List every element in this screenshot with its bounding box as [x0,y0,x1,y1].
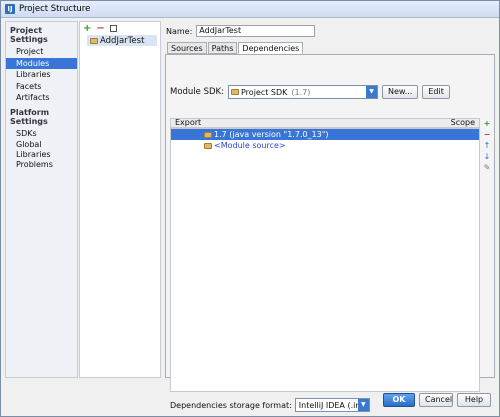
nav-item-libraries[interactable]: Libraries [6,69,77,81]
sdk-folder-icon [231,89,239,95]
module-sdk-select[interactable]: Project SDK (1.7) ▼ [228,85,378,99]
sdk-version: (1.7) [291,87,311,97]
edit-dependency-button[interactable]: ✎ [484,163,491,172]
name-row: Name: AddJarTest [166,25,316,37]
platform-settings-header: Platform Settings [10,107,50,126]
nav-item-sdks[interactable]: SDKs [6,128,77,140]
name-label: Name: [166,26,193,36]
module-item[interactable]: AddJarTest [87,35,157,46]
move-down-button[interactable]: ↓ [484,152,491,161]
modules-pane: + − AddJarTest [79,21,161,378]
nav-item-facets[interactable]: Facets [6,81,77,93]
module-settings-panel: Name: AddJarTest Module SDK: Project SDK… [163,21,497,412]
table-row[interactable]: 1.7 (java version "1.7.0_13") [171,129,479,140]
table-row[interactable]: <Module source> [171,140,479,151]
modules-toolbar: + − [80,22,160,34]
scope-column-header[interactable]: Scope [451,119,475,127]
ok-button[interactable]: OK [383,393,415,407]
chevron-down-icon[interactable]: ▼ [366,86,377,98]
project-settings-header: Project Settings [10,26,48,44]
export-column-header[interactable]: Export [175,119,201,127]
tab-dependencies[interactable]: Dependencies [238,42,304,54]
tab-paths[interactable]: Paths [207,42,238,54]
remove-dependency-button[interactable]: − [484,130,491,139]
nav-item-global-libraries[interactable]: Global Libraries [6,139,77,159]
left-navigation: Project Settings Project Modules Librari… [5,21,78,378]
dependencies-table: 1.7 (java version "1.7.0_13") <Module so… [170,128,480,392]
nav-item-problems[interactable]: Problems [6,159,77,171]
window-title: Project Structure [19,4,91,14]
dialog-footer: OK Cancel Help [1,384,499,416]
module-tabs: Sources Paths Dependencies [167,42,304,54]
dependencies-side-toolbar: + − ↑ ↓ ✎ [482,119,492,172]
title-bar: IJ Project Structure [1,1,499,18]
project-structure-dialog: IJ Project Structure Project Settings Pr… [0,0,500,417]
tab-sources[interactable]: Sources [167,42,207,54]
cancel-button[interactable]: Cancel [419,393,453,407]
module-name: AddJarTest [100,35,145,46]
dependency-label: <Module source> [214,141,286,150]
remove-module-button[interactable]: − [96,23,104,34]
nav-item-modules[interactable]: Modules [6,57,77,69]
intellij-icon: IJ [5,4,15,14]
edit-sdk-button[interactable]: Edit [422,85,450,99]
nav-item-project[interactable]: Project [6,46,77,58]
module-sdk-row: Module SDK: Project SDK (1.7) ▼ New... E… [170,85,450,99]
nav-item-artifacts[interactable]: Artifacts [6,92,77,104]
copy-module-icon[interactable] [109,24,117,32]
name-input[interactable]: AddJarTest [196,25,316,37]
help-button[interactable]: Help [457,393,491,407]
module-sdk-label: Module SDK: [170,87,224,97]
new-sdk-button[interactable]: New... [382,85,419,99]
tab-content: Module SDK: Project SDK (1.7) ▼ New... E… [165,54,495,412]
dependencies-header: Export Scope [170,118,480,128]
dependency-label: 1.7 (java version "1.7.0_13") [214,130,329,139]
add-dependency-button[interactable]: + [484,119,491,128]
jdk-folder-icon [204,131,212,138]
add-module-button[interactable]: + [83,23,91,34]
move-up-button[interactable]: ↑ [484,141,491,150]
folder-icon [90,37,98,44]
module-source-folder-icon [204,142,212,149]
